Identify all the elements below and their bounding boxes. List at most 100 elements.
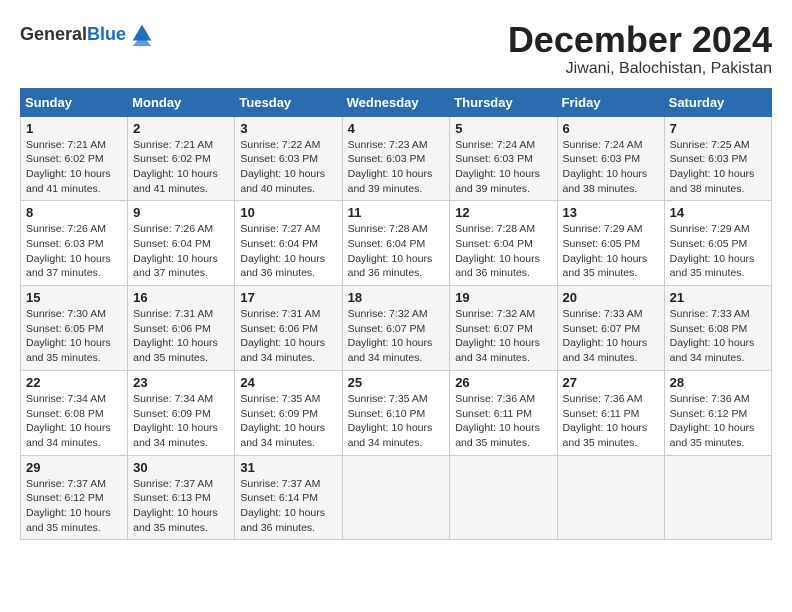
calendar-cell: 16 Sunrise: 7:31 AMSunset: 6:06 PMDayligh… <box>128 286 235 371</box>
calendar-cell: 19 Sunrise: 7:32 AMSunset: 6:07 PMDayligh… <box>450 286 557 371</box>
calendar-cell: 17Sunrise: 7:31 AMSunset: 6:06 PMDayligh… <box>235 286 342 371</box>
day-info: Sunrise: 7:25 AMSunset: 6:03 PMDaylight:… <box>670 138 766 197</box>
day-info: Sunrise: 7:26 AMSunset: 6:04 PMDaylight:… <box>133 222 229 281</box>
weekday-header-tuesday: Tuesday <box>235 88 342 116</box>
calendar-cell <box>664 455 771 540</box>
calendar-cell: 13Sunrise: 7:29 AMSunset: 6:05 PMDayligh… <box>557 201 664 286</box>
weekday-header-wednesday: Wednesday <box>342 88 450 116</box>
day-number: 11 <box>348 205 445 220</box>
day-number: 1 <box>26 121 122 136</box>
calendar-cell: 5 Sunrise: 7:24 AMSunset: 6:03 PMDaylight… <box>450 116 557 201</box>
day-number: 3 <box>240 121 336 136</box>
calendar-cell: 22Sunrise: 7:34 AMSunset: 6:08 PMDayligh… <box>21 370 128 455</box>
calendar-cell: 10 Sunrise: 7:27 AMSunset: 6:04 PMDayligh… <box>235 201 342 286</box>
weekday-header-row: SundayMondayTuesdayWednesdayThursdayFrid… <box>21 88 772 116</box>
day-info: Sunrise: 7:28 AMSunset: 6:04 PMDaylight:… <box>455 222 551 281</box>
week-row-1: 1 Sunrise: 7:21 AMSunset: 6:02 PMDaylight… <box>21 116 772 201</box>
day-number: 9 <box>133 205 229 220</box>
day-number: 18 <box>348 290 445 305</box>
calendar-cell: 2 Sunrise: 7:21 AMSunset: 6:02 PMDaylight… <box>128 116 235 201</box>
day-info: Sunrise: 7:27 AMSunset: 6:04 PMDaylight:… <box>240 222 336 281</box>
day-number: 4 <box>348 121 445 136</box>
calendar-cell: 9 Sunrise: 7:26 AMSunset: 6:04 PMDaylight… <box>128 201 235 286</box>
day-number: 25 <box>348 375 445 390</box>
title-area: December 2024 Jiwani, Balochistan, Pakis… <box>508 20 772 78</box>
day-info: Sunrise: 7:33 AMSunset: 6:08 PMDaylight:… <box>670 307 766 366</box>
header: GeneralBlue December 2024 Jiwani, Baloch… <box>20 20 772 78</box>
day-info: Sunrise: 7:26 AMSunset: 6:03 PMDaylight:… <box>26 222 122 281</box>
calendar-cell: 15 Sunrise: 7:30 AMSunset: 6:05 PMDayligh… <box>21 286 128 371</box>
weekday-header-saturday: Saturday <box>664 88 771 116</box>
calendar-cell: 21 Sunrise: 7:33 AMSunset: 6:08 PMDayligh… <box>664 286 771 371</box>
calendar-cell: 7Sunrise: 7:25 AMSunset: 6:03 PMDaylight… <box>664 116 771 201</box>
day-number: 24 <box>240 375 336 390</box>
calendar-header: SundayMondayTuesdayWednesdayThursdayFrid… <box>21 88 772 116</box>
week-row-2: 8 Sunrise: 7:26 AMSunset: 6:03 PMDaylight… <box>21 201 772 286</box>
day-info: Sunrise: 7:37 AMSunset: 6:14 PMDaylight:… <box>240 477 336 536</box>
day-number: 15 <box>26 290 122 305</box>
weekday-header-friday: Friday <box>557 88 664 116</box>
day-info: Sunrise: 7:31 AMSunset: 6:06 PMDaylight:… <box>133 307 229 366</box>
day-number: 23 <box>133 375 229 390</box>
calendar-cell: 20 Sunrise: 7:33 AMSunset: 6:07 PMDayligh… <box>557 286 664 371</box>
calendar-cell: 14 Sunrise: 7:29 AMSunset: 6:05 PMDayligh… <box>664 201 771 286</box>
calendar-cell <box>557 455 664 540</box>
day-info: Sunrise: 7:29 AMSunset: 6:05 PMDaylight:… <box>670 222 766 281</box>
day-number: 22 <box>26 375 122 390</box>
week-row-4: 22Sunrise: 7:34 AMSunset: 6:08 PMDayligh… <box>21 370 772 455</box>
day-info: Sunrise: 7:28 AMSunset: 6:04 PMDaylight:… <box>348 222 445 281</box>
day-number: 12 <box>455 205 551 220</box>
calendar-cell: 8 Sunrise: 7:26 AMSunset: 6:03 PMDaylight… <box>21 201 128 286</box>
day-info: Sunrise: 7:22 AMSunset: 6:03 PMDaylight:… <box>240 138 336 197</box>
day-number: 28 <box>670 375 766 390</box>
calendar-cell: 12 Sunrise: 7:28 AMSunset: 6:04 PMDayligh… <box>450 201 557 286</box>
calendar-cell: 24 Sunrise: 7:35 AMSunset: 6:09 PMDayligh… <box>235 370 342 455</box>
calendar-cell: 6Sunrise: 7:24 AMSunset: 6:03 PMDaylight… <box>557 116 664 201</box>
calendar-cell <box>450 455 557 540</box>
calendar-cell: 4 Sunrise: 7:23 AMSunset: 6:03 PMDaylight… <box>342 116 450 201</box>
day-info: Sunrise: 7:30 AMSunset: 6:05 PMDaylight:… <box>26 307 122 366</box>
day-number: 29 <box>26 460 122 475</box>
day-number: 20 <box>563 290 659 305</box>
day-number: 5 <box>455 121 551 136</box>
day-info: Sunrise: 7:24 AMSunset: 6:03 PMDaylight:… <box>563 138 659 197</box>
day-info: Sunrise: 7:24 AMSunset: 6:03 PMDaylight:… <box>455 138 551 197</box>
day-number: 13 <box>563 205 659 220</box>
day-number: 21 <box>670 290 766 305</box>
day-info: Sunrise: 7:23 AMSunset: 6:03 PMDaylight:… <box>348 138 445 197</box>
day-number: 26 <box>455 375 551 390</box>
week-row-5: 29Sunrise: 7:37 AMSunset: 6:12 PMDayligh… <box>21 455 772 540</box>
day-info: Sunrise: 7:34 AMSunset: 6:09 PMDaylight:… <box>133 392 229 451</box>
month-title: December 2024 <box>508 20 772 60</box>
calendar-cell: 31 Sunrise: 7:37 AMSunset: 6:14 PMDayligh… <box>235 455 342 540</box>
day-number: 8 <box>26 205 122 220</box>
day-number: 16 <box>133 290 229 305</box>
calendar-cell: 25 Sunrise: 7:35 AMSunset: 6:10 PMDayligh… <box>342 370 450 455</box>
day-number: 27 <box>563 375 659 390</box>
calendar-cell: 11 Sunrise: 7:28 AMSunset: 6:04 PMDayligh… <box>342 201 450 286</box>
day-info: Sunrise: 7:33 AMSunset: 6:07 PMDaylight:… <box>563 307 659 366</box>
calendar-cell: 18Sunrise: 7:32 AMSunset: 6:07 PMDayligh… <box>342 286 450 371</box>
day-info: Sunrise: 7:36 AMSunset: 6:11 PMDaylight:… <box>455 392 551 451</box>
calendar-cell: 30Sunrise: 7:37 AMSunset: 6:13 PMDayligh… <box>128 455 235 540</box>
day-number: 14 <box>670 205 766 220</box>
day-info: Sunrise: 7:35 AMSunset: 6:10 PMDaylight:… <box>348 392 445 451</box>
calendar-cell: 28Sunrise: 7:36 AMSunset: 6:12 PMDayligh… <box>664 370 771 455</box>
calendar-cell: 3 Sunrise: 7:22 AMSunset: 6:03 PMDaylight… <box>235 116 342 201</box>
day-number: 10 <box>240 205 336 220</box>
day-info: Sunrise: 7:21 AMSunset: 6:02 PMDaylight:… <box>133 138 229 197</box>
day-info: Sunrise: 7:32 AMSunset: 6:07 PMDaylight:… <box>455 307 551 366</box>
day-info: Sunrise: 7:36 AMSunset: 6:11 PMDaylight:… <box>563 392 659 451</box>
day-number: 2 <box>133 121 229 136</box>
day-number: 19 <box>455 290 551 305</box>
day-info: Sunrise: 7:37 AMSunset: 6:13 PMDaylight:… <box>133 477 229 536</box>
logo: GeneralBlue <box>20 20 156 48</box>
calendar-cell: 27 Sunrise: 7:36 AMSunset: 6:11 PMDayligh… <box>557 370 664 455</box>
calendar-body: 1 Sunrise: 7:21 AMSunset: 6:02 PMDaylight… <box>21 116 772 540</box>
calendar-cell: 26 Sunrise: 7:36 AMSunset: 6:11 PMDayligh… <box>450 370 557 455</box>
calendar-cell: 29Sunrise: 7:37 AMSunset: 6:12 PMDayligh… <box>21 455 128 540</box>
location: Jiwani, Balochistan, Pakistan <box>508 60 772 78</box>
day-number: 17 <box>240 290 336 305</box>
day-number: 31 <box>240 460 336 475</box>
day-info: Sunrise: 7:35 AMSunset: 6:09 PMDaylight:… <box>240 392 336 451</box>
